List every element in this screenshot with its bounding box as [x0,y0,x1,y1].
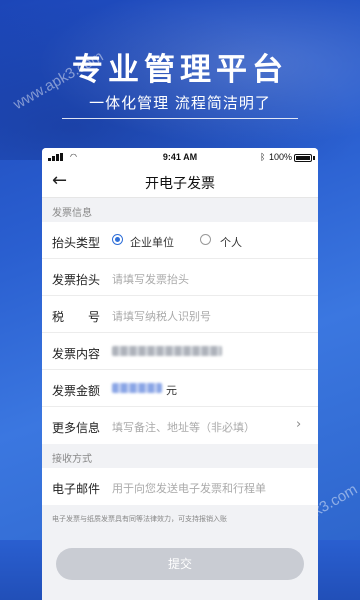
tax-number-label: 税 号 [52,310,101,324]
invoice-amount-row: 发票金额 元 [42,370,318,407]
battery-icon [294,154,312,162]
status-bar: ◠ 9:41 AM ᛒ 100% [42,148,318,166]
invoice-content-row: 发票内容 [42,333,318,370]
hero-divider [62,118,298,119]
phone-screen: ◠ 9:41 AM ᛒ 100% ← 开电子发票 发票信息 抬头类型 企业单位 … [42,148,318,600]
invoice-header-input[interactable]: 请填写发票抬头 [112,271,189,287]
tax-number-row[interactable]: 税 号 请填写纳税人识别号 [42,296,318,333]
radio-personal-label[interactable]: 个人 [220,234,242,250]
legal-footnote: 电子发票与纸质发票具有同等法律效力，可支持报销入账 [52,515,227,523]
invoice-content-value-blurred [112,346,222,356]
invoice-header-row[interactable]: 发票抬头 请填写发票抬头 [42,259,318,296]
radio-personal[interactable] [200,234,211,245]
bluetooth-icon: ᛒ [260,152,266,162]
hero-subtitle: 一体化管理 流程简洁明了 [89,94,271,112]
section-label-invoice-info: 发票信息 [52,208,92,219]
battery-percent: 100% [269,152,293,162]
radio-company-label[interactable]: 企业单位 [130,234,174,250]
invoice-form: 抬头类型 企业单位 个人 发票抬头 请填写发票抬头 税 号 请填写纳税人识别号 … [42,222,318,444]
page-title: 开电子发票 [145,176,215,192]
invoice-amount-label: 发票金额 [52,384,101,398]
invoice-content-label: 发票内容 [52,347,101,361]
more-info-input[interactable]: 填写备注、地址等（非必填） [112,419,255,435]
invoice-header-label: 发票抬头 [52,273,101,287]
amount-unit: 元 [166,384,177,397]
header-type-label: 抬头类型 [52,236,101,250]
receive-form: 电子邮件 用于向您发送电子发票和行程单 [42,468,318,505]
header-type-row: 抬头类型 企业单位 个人 [42,222,318,259]
tax-number-input[interactable]: 请填写纳税人识别号 [112,308,211,324]
chevron-right-icon[interactable]: › [296,417,301,432]
submit-button[interactable]: 提交 [56,548,304,580]
section-label-receive-method: 接收方式 [52,454,92,465]
email-row[interactable]: 电子邮件 用于向您发送电子发票和行程单 [42,468,318,505]
more-info-row[interactable]: 更多信息 填写备注、地址等（非必填） › [42,407,318,444]
navigation-bar: ← 开电子发票 [42,166,318,198]
email-input[interactable]: 用于向您发送电子发票和行程单 [112,480,266,496]
invoice-amount-value-blurred [112,383,162,393]
more-info-label: 更多信息 [52,421,101,435]
radio-company[interactable] [112,234,123,245]
email-label: 电子邮件 [52,482,101,496]
